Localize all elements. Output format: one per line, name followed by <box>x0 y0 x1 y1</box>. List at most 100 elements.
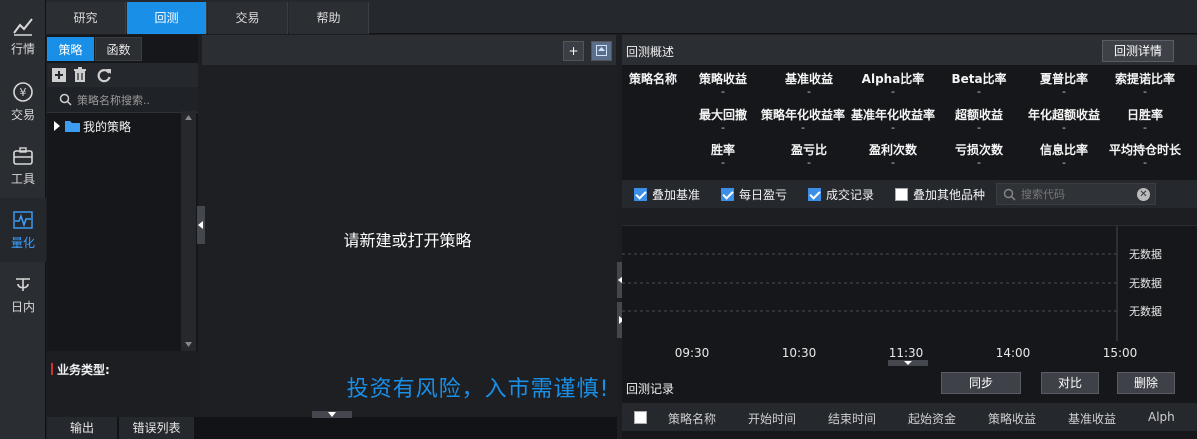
nav-item-quotes[interactable]: 行情 <box>0 4 46 68</box>
business-type-section: 业务类型: <box>47 351 198 417</box>
records-table-header: 策略名称 开始时间 结束时间 起始资金 策略收益 基准收益 Alph <box>622 403 1197 431</box>
no-data-label: 无数据 <box>1129 304 1162 318</box>
column-header[interactable]: 开始时间 <box>748 410 796 427</box>
intraday-icon <box>16 278 30 291</box>
collapse-left-handle[interactable] <box>197 206 205 244</box>
nav-label: 量化 <box>10 236 35 250</box>
search-icon <box>1003 188 1016 201</box>
backtest-detail-button[interactable]: 回测详情 <box>1102 40 1174 62</box>
scroll-up-icon[interactable] <box>185 115 192 120</box>
bottom-tab-bar: 输出 错误列表 <box>47 417 617 439</box>
nav-label: 工具 <box>10 172 35 186</box>
metric-benchmark-annual-return: 基准年化收益率 - <box>850 108 935 134</box>
checkbox[interactable] <box>721 187 734 201</box>
scroll-down-icon[interactable] <box>185 342 192 347</box>
checkbox[interactable] <box>895 187 908 201</box>
nav-item-intraday[interactable]: 日内 <box>0 262 46 326</box>
chart-header-strip <box>622 208 1197 226</box>
required-marker <box>51 363 53 375</box>
x-tick-label: 15:00 <box>1103 346 1138 360</box>
code-search: ✕ <box>996 183 1156 205</box>
column-header[interactable]: 结束时间 <box>828 410 876 427</box>
tab-output[interactable]: 输出 <box>47 417 117 439</box>
clear-icon[interactable]: ✕ <box>1137 188 1150 201</box>
tab-functions[interactable]: 函数 <box>95 37 142 61</box>
tab-strategy[interactable]: 策略 <box>47 37 94 61</box>
pulse-icon <box>13 211 33 229</box>
tab-research[interactable]: 研究 <box>46 2 126 34</box>
sync-button[interactable]: 同步 <box>941 372 1021 394</box>
maximize-button[interactable] <box>591 41 612 61</box>
nav-label: 行情 <box>10 42 35 56</box>
toolbox-icon <box>13 147 33 165</box>
tab-trade[interactable]: 交易 <box>208 2 288 34</box>
arrow-left-icon <box>198 221 203 229</box>
option-daily-pnl[interactable]: 每日盈亏 <box>721 186 787 202</box>
x-tick-label: 11:30 <box>889 346 924 360</box>
left-nav: 行情 ¥ 交易 工具 量化 日内 <box>0 0 46 439</box>
select-all-checkbox[interactable] <box>634 411 647 424</box>
yen-circle-icon: ¥ <box>13 82 33 102</box>
metric-daily-win-rate: 日胜率 - <box>1126 108 1163 134</box>
code-editor[interactable]: 请新建或打开策略 投资有风险，入市需谨慎! <box>198 65 617 418</box>
delete-button[interactable]: 删除 <box>1117 372 1175 394</box>
chart-svg: 无数据无数据无数据09:30 10:30 11:30 14:00 15:00 <box>622 226 1162 360</box>
tree-node-my-strategies[interactable]: 我的策略 <box>53 117 131 135</box>
nav-label: 日内 <box>10 300 35 314</box>
overview-metrics: 策略名称 策略收益 - 基准收益 - Alpha比率 - Beta比率 - 夏普比率 - … <box>622 65 1197 180</box>
overview-header: 回测概述 回测详情 <box>622 35 1197 65</box>
svg-text:¥: ¥ <box>20 86 27 99</box>
no-data-label: 无数据 <box>1129 276 1162 290</box>
tab-backtest[interactable]: 回测 <box>127 2 207 34</box>
new-strategy-button[interactable]: + <box>563 41 584 61</box>
column-header[interactable]: 起始资金 <box>908 410 956 427</box>
nav-item-trade[interactable]: ¥ 交易 <box>0 70 46 134</box>
metric-annual-return: 策略年化收益率 - <box>760 108 845 134</box>
column-header[interactable]: 策略收益 <box>988 410 1036 427</box>
code-search-input[interactable] <box>1021 186 1131 202</box>
option-other-symbols[interactable]: 叠加其他品种 <box>895 186 985 202</box>
metric-avg-holding-time: 平均持仓时长 - <box>1108 143 1181 169</box>
metric-alpha: Alpha比率 - <box>861 72 925 98</box>
nav-item-quant[interactable]: 量化 <box>0 198 46 262</box>
overview-title: 回测概述 <box>626 45 675 59</box>
collapse-bottom-handle[interactable] <box>312 411 352 418</box>
chart-options: 叠加基准 每日盈亏 成交记录 叠加其他品种 ✕ <box>622 180 1197 208</box>
option-benchmark[interactable]: 叠加基准 <box>634 186 700 202</box>
empty-editor-message: 请新建或打开策略 <box>343 231 472 250</box>
column-header[interactable]: Alph <box>1148 410 1175 424</box>
x-tick-label: 10:30 <box>782 346 817 360</box>
column-header[interactable]: 基准收益 <box>1068 410 1116 427</box>
strategy-search-input[interactable] <box>77 91 189 109</box>
backtest-records: 回测记录 同步 对比 删除 策略名称 开始时间 结束时间 起始资金 策略收益 基… <box>622 366 1197 439</box>
search-icon <box>59 93 72 106</box>
compare-button[interactable]: 对比 <box>1041 372 1099 394</box>
refresh-icon[interactable] <box>96 67 112 83</box>
business-type-label: 业务类型: <box>57 363 110 377</box>
arrow-down-icon <box>328 412 336 417</box>
checkbox[interactable] <box>634 187 647 201</box>
x-tick-label: 09:30 <box>675 346 710 360</box>
nav-label: 交易 <box>10 108 35 122</box>
nav-item-tools[interactable]: 工具 <box>0 134 46 198</box>
column-header[interactable]: 策略名称 <box>668 410 716 427</box>
no-data-label: 无数据 <box>1129 247 1162 261</box>
option-trade-records[interactable]: 成交记录 <box>808 186 874 202</box>
metric-win-rate: 胜率 - <box>710 143 735 169</box>
editor-toolbar: + <box>202 35 616 65</box>
strategy-scrollbar[interactable] <box>181 111 196 351</box>
top-tab-bar: 研究 回测 交易 帮助 <box>46 0 1197 34</box>
maximize-icon <box>596 45 607 56</box>
folder-icon <box>65 121 80 132</box>
tab-help[interactable]: 帮助 <box>289 2 369 34</box>
tab-error-list[interactable]: 错误列表 <box>119 417 194 439</box>
strategy-search <box>47 87 198 113</box>
add-icon[interactable] <box>51 67 67 83</box>
chart-icon <box>13 18 33 36</box>
checkbox[interactable] <box>808 187 821 201</box>
metric-strategy-return: 策略收益 - <box>698 72 747 98</box>
trash-icon[interactable] <box>72 67 88 83</box>
backtest-chart[interactable]: 无数据 无数据 无数据 09:30 10:30 11:30 14:00 15:00 <box>622 226 1197 366</box>
records-title: 回测记录 <box>626 382 675 396</box>
caret-right-icon[interactable] <box>53 121 61 131</box>
